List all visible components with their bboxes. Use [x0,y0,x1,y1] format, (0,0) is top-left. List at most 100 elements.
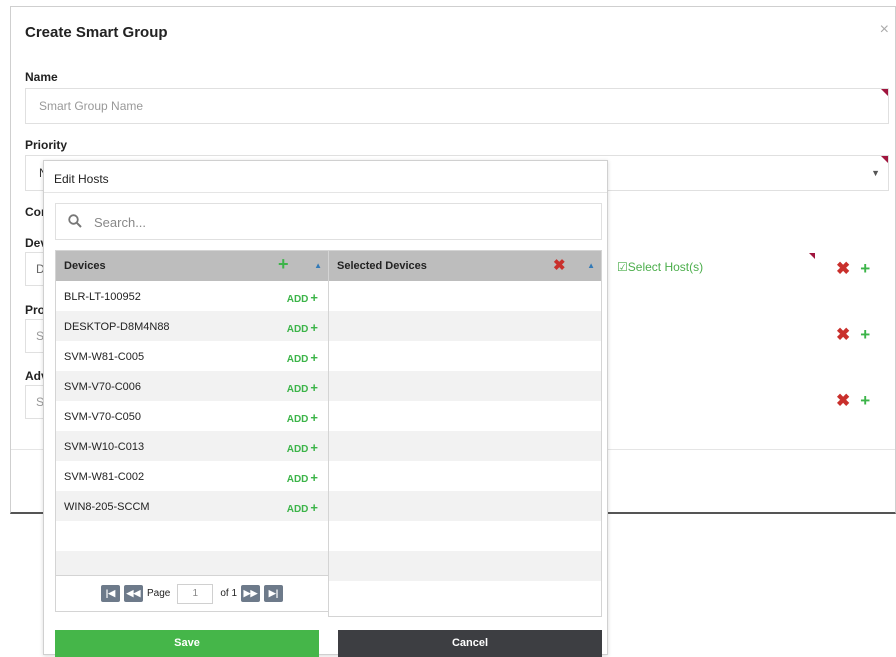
search-box [55,203,602,240]
add-label: ADD [286,324,309,335]
add-device-button[interactable]: ADD + [287,380,318,395]
selected-devices-header: Selected Devices ✖ ▲ [329,251,601,281]
device-name: SVM-W81-C005 [64,351,145,363]
required-flag-icon [881,156,888,163]
add-device-button[interactable]: ADD + [287,320,318,335]
devices-header: Devices + ▲ [56,251,328,281]
popup-title: Edit Hosts [54,172,109,186]
device-row: SVM-V70-C006 ADD + [56,371,328,401]
plus-icon: + [310,500,318,515]
add-condition-icon[interactable]: + [860,259,870,279]
empty-row [329,311,601,341]
required-flag-icon [881,89,888,96]
add-label: ADD [286,474,309,485]
empty-row [329,401,601,431]
plus-icon: + [310,440,318,455]
plus-icon: + [310,380,318,395]
plus-icon: + [310,470,318,485]
page-of-label: of 1 [220,588,238,599]
device-name: WIN8-205-SCCM [64,501,150,513]
plus-icon: + [310,290,318,305]
devices-header-label: Devices [64,260,106,272]
device-row: SVM-W10-C013 ADD + [56,431,328,461]
remove-condition-icon[interactable]: ✖ [836,259,850,279]
sort-asc-icon[interactable]: ▲ [314,261,322,270]
close-icon[interactable]: × [880,21,889,39]
add-device-button[interactable]: ADD + [287,500,318,515]
remove-all-icon[interactable]: ✖ [553,256,566,274]
modal-title: Create Smart Group [25,24,168,41]
select-hosts-label: Select Host(s) [627,260,704,274]
empty-row [329,281,601,311]
products-label: Pro [25,303,46,317]
empty-row [329,551,601,581]
empty-row [56,521,328,551]
device-name: SVM-W10-C013 [64,441,145,453]
plus-icon: + [310,320,318,335]
device-row: SVM-W81-C005 ADD + [56,341,328,371]
page-label: Page [146,588,171,599]
required-flag-icon [809,253,815,259]
next-page-icon[interactable]: ▶▶ [241,585,261,602]
device-row-actions: ✖ + [836,259,870,279]
product-row-actions: ✖ + [836,325,870,345]
cancel-button[interactable]: Cancel [338,630,602,657]
priority-label: Priority [25,138,68,152]
plus-icon: + [310,410,318,425]
add-device-button[interactable]: ADD + [287,350,318,365]
remove-condition-icon[interactable]: ✖ [836,391,850,411]
device-name: DESKTOP-D8M4N88 [64,321,170,333]
empty-row [329,341,601,371]
device-name: SVM-V70-C006 [64,381,142,393]
devices-panel: Devices + ▲ BLR-LT-100952 ADD + DESKTOP-D8M… [55,250,329,612]
selected-devices-panel: Selected Devices ✖ ▲ [328,250,602,617]
device-name: SVM-V70-C050 [64,411,142,423]
prev-page-icon[interactable]: ◀◀ [123,585,143,602]
selected-devices-header-label: Selected Devices [337,260,427,272]
divider [44,192,607,193]
smart-group-name-input[interactable]: Smart Group Name [25,88,889,124]
add-label: ADD [286,354,309,365]
add-device-button[interactable]: ADD + [287,440,318,455]
add-device-button[interactable]: ADD + [287,290,318,305]
add-condition-icon[interactable]: + [860,391,870,411]
sort-asc-icon[interactable]: ▲ [587,261,595,270]
empty-row [329,491,601,521]
add-label: ADD [286,384,309,395]
edit-icon: ☑ [617,260,628,274]
add-label: ADD [286,504,309,515]
device-name: SVM-W81-C002 [64,471,145,483]
device-row: SVM-V70-C050 ADD + [56,401,328,431]
save-button[interactable]: Save [55,630,319,657]
chevron-down-icon: ▼ [871,168,880,178]
select-hosts-link[interactable]: ☑Select Host(s) [617,260,703,274]
page-number-input[interactable] [177,583,214,604]
add-all-icon[interactable]: + [278,254,289,275]
remove-condition-icon[interactable]: ✖ [836,325,850,345]
device-row: BLR-LT-100952 ADD + [56,281,328,311]
advanced-row-actions: ✖ + [836,391,870,411]
edit-hosts-popup: Edit Hosts Devices + ▲ BLR-LT-100952ADD+… [43,160,608,657]
last-page-icon[interactable]: ▶| [264,585,284,602]
devices-list: BLR-LT-100952 ADD + DESKTOP-D8M4N88 ADD + SVM-… [56,281,328,581]
first-page-icon[interactable]: |◀ [100,585,120,602]
search-input[interactable] [92,210,572,234]
add-label: ADD [286,294,309,305]
device-row: SVM-W81-C002 ADD + [56,461,328,491]
device-row: WIN8-205-SCCM ADD + [56,491,328,521]
name-label: Name [25,70,58,84]
add-label: ADD [286,444,309,455]
add-device-button[interactable]: ADD + [287,410,318,425]
empty-row [329,461,601,491]
add-label: ADD [286,414,309,425]
empty-row [329,431,601,461]
empty-row [329,521,601,551]
pagination: |◀ ◀◀ Page of 1 ▶▶ ▶| [56,575,328,611]
device-row: DESKTOP-D8M4N88 ADD + [56,311,328,341]
add-device-button[interactable]: ADD + [287,470,318,485]
selected-devices-list [329,281,601,581]
plus-icon: + [310,350,318,365]
name-placeholder: Smart Group Name [39,99,144,113]
search-icon [68,214,82,228]
add-condition-icon[interactable]: + [860,325,870,345]
